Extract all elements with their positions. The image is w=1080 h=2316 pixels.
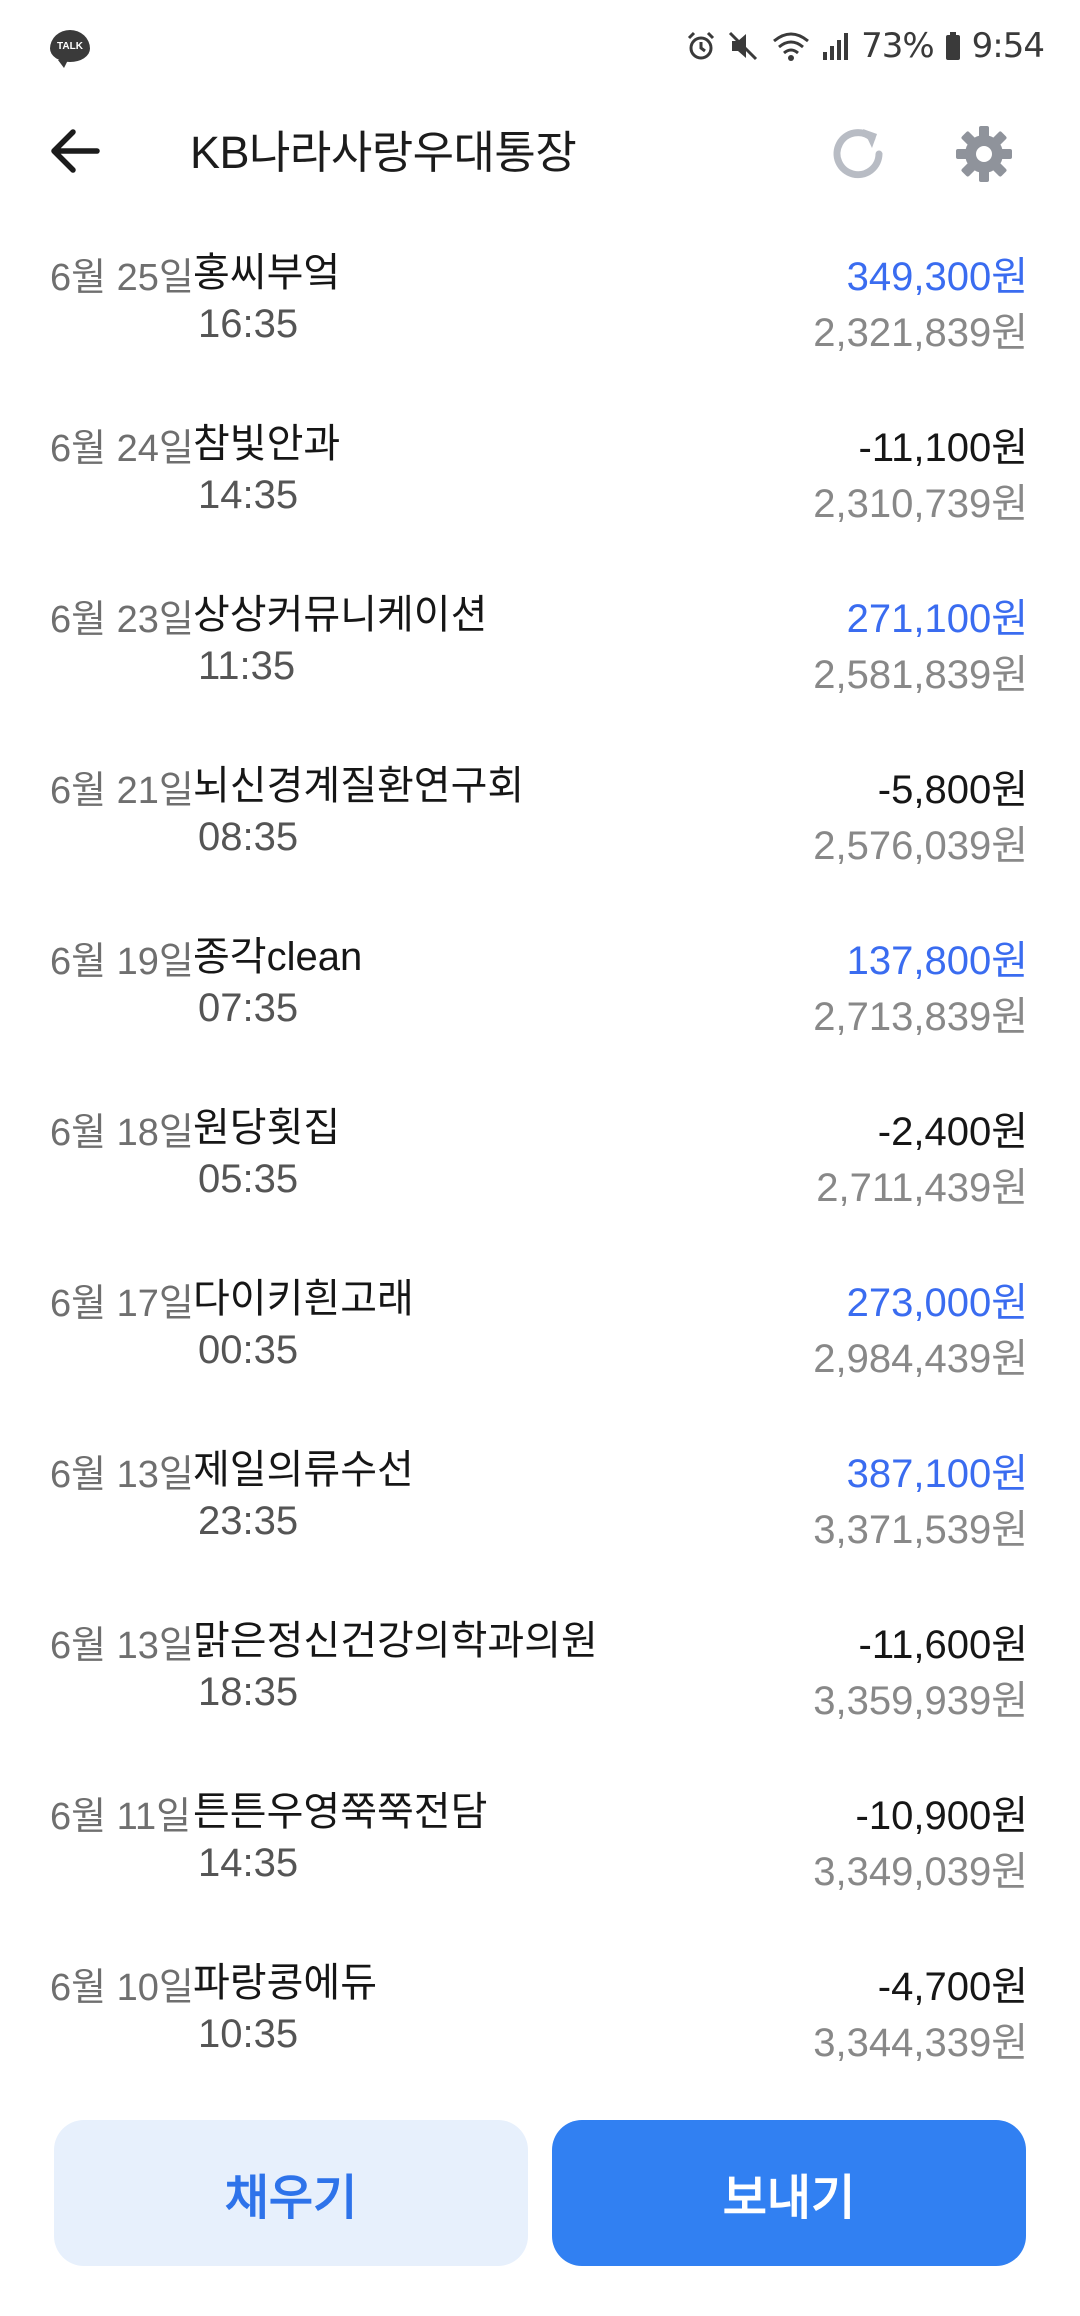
transaction-date: 6월 21일 xyxy=(50,770,194,812)
transaction-amount: -5,800원 xyxy=(877,768,1028,812)
transaction-name: 참빛안과 xyxy=(193,422,341,466)
transaction-balance: 3,349,039원 xyxy=(813,1850,1028,1894)
transaction-balance: 3,371,539원 xyxy=(813,1508,1028,1552)
wifi-icon xyxy=(771,30,811,62)
signal-icon xyxy=(821,30,851,62)
transaction-time: 08:35 xyxy=(198,815,299,859)
talk-icon-label: TALK xyxy=(57,40,83,52)
transaction-time: 14:35 xyxy=(198,473,299,517)
account-detail-screen: TALK 73% 9:54 KB나라사랑우대통장 6월 25일 홍씨부엌 16:… xyxy=(0,0,1080,2316)
transaction-amount: -10,900원 xyxy=(855,1794,1028,1838)
transaction-name: 뇌신경계질환연구회 xyxy=(193,764,525,808)
transaction-date: 6월 17일 xyxy=(50,1283,194,1325)
transaction-amount: 273,000원 xyxy=(846,1281,1028,1325)
transaction-row[interactable]: 6월 23일 상상커뮤니케이션 11:35 271,100원 2,581,839원 xyxy=(0,574,1080,745)
transaction-date: 6월 24일 xyxy=(50,428,194,470)
alarm-icon xyxy=(685,30,717,62)
transaction-date: 6월 25일 xyxy=(50,257,194,299)
transaction-row[interactable]: 6월 24일 참빛안과 14:35 -11,100원 2,310,739원 xyxy=(0,403,1080,574)
refresh-button[interactable] xyxy=(818,114,898,194)
transaction-amount: 271,100원 xyxy=(846,597,1028,641)
transaction-time: 00:35 xyxy=(198,1328,299,1372)
transaction-balance: 3,344,339원 xyxy=(813,2021,1028,2065)
transaction-row[interactable]: 6월 13일 맑은정신건강의학과의원 18:35 -11,600원 3,359,939원 xyxy=(0,1600,1080,1771)
transaction-time: 11:35 xyxy=(198,644,296,688)
transaction-balance: 2,576,039원 xyxy=(813,824,1028,868)
transaction-date: 6월 23일 xyxy=(50,599,194,641)
transaction-balance: 2,581,839원 xyxy=(813,653,1028,697)
transaction-time: 23:35 xyxy=(198,1499,299,1543)
transaction-amount: -4,700원 xyxy=(877,1965,1028,2009)
kakaotalk-notification-icon: TALK xyxy=(50,30,90,68)
transaction-balance: 2,321,839원 xyxy=(813,311,1028,355)
transaction-row[interactable]: 6월 19일 종각clean 07:35 137,800원 2,713,839원 xyxy=(0,916,1080,1087)
transaction-name: 원당횟집 xyxy=(193,1106,341,1150)
transaction-amount: -2,400원 xyxy=(877,1110,1028,1154)
page-title: KB나라사랑우대통장 xyxy=(190,127,577,178)
transaction-amount: 349,300원 xyxy=(846,255,1028,299)
transaction-amount: -11,600원 xyxy=(858,1623,1029,1667)
transaction-time: 14:35 xyxy=(198,1841,299,1885)
refresh-icon xyxy=(833,129,883,179)
transaction-amount: -11,100원 xyxy=(858,426,1029,470)
transaction-balance: 2,310,739원 xyxy=(813,482,1028,526)
transaction-amount: 387,100원 xyxy=(846,1452,1028,1496)
transaction-date: 6월 13일 xyxy=(50,1625,194,1667)
transaction-date: 6월 11일 xyxy=(50,1796,192,1838)
transaction-time: 18:35 xyxy=(198,1670,299,1714)
battery-percent: 73% xyxy=(861,26,935,66)
transaction-name: 제일의류수선 xyxy=(193,1448,414,1492)
transaction-date: 6월 13일 xyxy=(50,1454,194,1496)
status-bar: TALK 73% 9:54 xyxy=(0,0,1080,96)
transaction-time: 10:35 xyxy=(198,2012,299,2056)
mute-icon xyxy=(727,30,761,62)
transaction-row[interactable]: 6월 11일 튼튼우영쭉쭉전담 14:35 -10,900원 3,349,039원 xyxy=(0,1771,1080,1942)
fill-button[interactable]: 채우기 xyxy=(54,2120,528,2266)
send-button[interactable]: 보내기 xyxy=(552,2120,1026,2266)
back-arrow-icon xyxy=(51,129,100,173)
bottom-action-bar: 채우기 보내기 xyxy=(0,2110,1080,2270)
transaction-balance: 2,984,439원 xyxy=(813,1337,1028,1381)
transaction-name: 다이키흰고래 xyxy=(193,1277,414,1321)
gear-icon xyxy=(956,126,1012,182)
transaction-list[interactable]: 6월 25일 홍씨부엌 16:35 349,300원 2,321,839원 6월 24일 참… xyxy=(0,232,1080,2113)
transaction-name: 종각clean xyxy=(193,935,363,979)
transaction-name: 홍씨부엌 xyxy=(193,251,341,295)
transaction-balance: 3,359,939원 xyxy=(813,1679,1028,1723)
transaction-date: 6월 19일 xyxy=(50,941,194,983)
transaction-balance: 2,713,839원 xyxy=(813,995,1028,1039)
transaction-row[interactable]: 6월 10일 파랑콩에듀 10:35 -4,700원 3,344,339원 xyxy=(0,1942,1080,2113)
transaction-date: 6월 10일 xyxy=(50,1967,194,2009)
transaction-row[interactable]: 6월 25일 홍씨부엌 16:35 349,300원 2,321,839원 xyxy=(0,232,1080,403)
transaction-date: 6월 18일 xyxy=(50,1112,194,1154)
transaction-row[interactable]: 6월 18일 원당횟집 05:35 -2,400원 2,711,439원 xyxy=(0,1087,1080,1258)
transaction-name: 상상커뮤니케이션 xyxy=(193,593,488,637)
transaction-name: 파랑콩에듀 xyxy=(193,1961,377,2005)
transaction-row[interactable]: 6월 13일 제일의류수선 23:35 387,100원 3,371,539원 xyxy=(0,1429,1080,1600)
back-button[interactable] xyxy=(40,116,110,186)
status-icons: 73% 9:54 xyxy=(685,22,1045,70)
transaction-time: 05:35 xyxy=(198,1157,299,1201)
transaction-time: 16:35 xyxy=(198,302,299,346)
transaction-row[interactable]: 6월 17일 다이키흰고래 00:35 273,000원 2,984,439원 xyxy=(0,1258,1080,1429)
battery-icon xyxy=(944,30,962,62)
transaction-name: 튼튼우영쭉쭉전담 xyxy=(193,1790,488,1834)
clock: 9:54 xyxy=(971,26,1045,66)
transaction-balance: 2,711,439원 xyxy=(816,1166,1028,1210)
transaction-amount: 137,800원 xyxy=(846,939,1028,983)
transaction-row[interactable]: 6월 21일 뇌신경계질환연구회 08:35 -5,800원 2,576,039원 xyxy=(0,745,1080,916)
settings-button[interactable] xyxy=(944,114,1024,194)
transaction-name: 맑은정신건강의학과의원 xyxy=(193,1619,598,1663)
app-bar: KB나라사랑우대통장 xyxy=(0,96,1080,246)
transaction-time: 07:35 xyxy=(198,986,299,1030)
